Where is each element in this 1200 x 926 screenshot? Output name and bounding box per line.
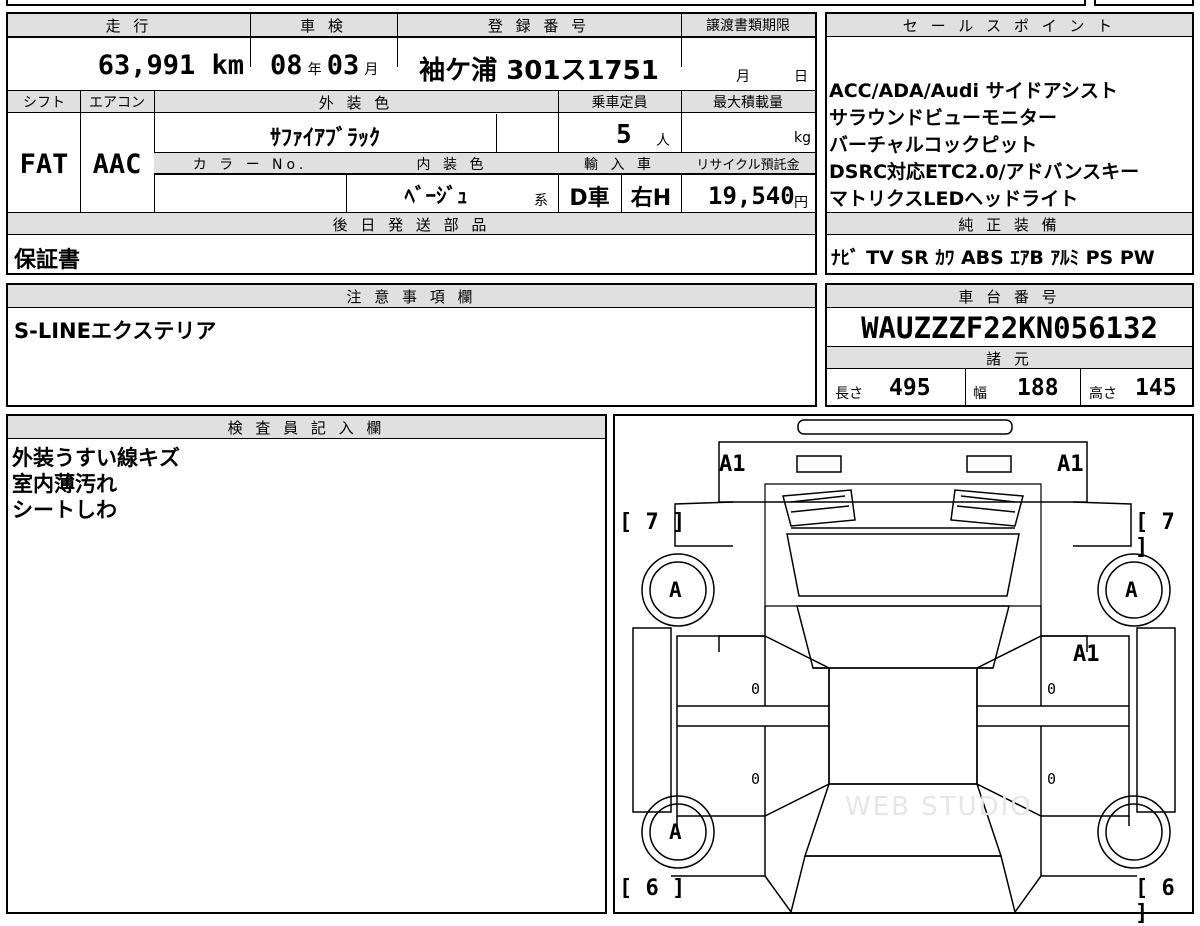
- equipment-header: 純 正 装 備: [958, 216, 1061, 234]
- exterior-color-value: ｻﾌｧｲｱﾌﾞﾗｯｸ: [269, 126, 380, 151]
- transfer-deadline-header: 譲渡書類期限: [706, 18, 790, 34]
- recycle-unit: 円: [794, 195, 808, 211]
- sales-points-line: マトリクスLEDヘッドライト: [829, 188, 1079, 210]
- capacity-header: 乗車定員: [591, 95, 648, 111]
- deadline-day: 日: [794, 69, 808, 85]
- registration-value: 袖ケ浦 301ス1751: [419, 56, 659, 86]
- right-door-damage-mark: A1: [1073, 642, 1100, 667]
- inspector-panel: 検 査 員 記 入 欄 外装うすい線キズ 室内薄汚れ シートしわ: [6, 414, 607, 914]
- length-label: 長さ: [835, 386, 863, 402]
- recycle-value: 19,540: [708, 182, 795, 210]
- wheel-front-left-mark: A: [669, 578, 682, 602]
- inspection-month: 03: [326, 50, 360, 81]
- notes-panel: 注 意 事 項 欄 S-LINEエクステリア: [6, 283, 817, 407]
- notes-header: 注 意 事 項 欄: [346, 288, 477, 306]
- tire-tread-rear-left: [ 6 ]: [619, 876, 686, 901]
- sales-points-line: バーチャルコックピット: [829, 134, 1038, 156]
- vehicle-info-table: 走 行 車 検 登 録 番 号 譲渡書類期限 63,991 km 08 年 03…: [6, 12, 817, 275]
- sales-points-panel: セ ー ル ス ポ イ ン ト ACC/ADA/Audi サイドアシスト サラウ…: [825, 12, 1194, 275]
- shift-value: FAT: [19, 149, 69, 180]
- import-header: 輸 入 車: [584, 157, 655, 173]
- width-label: 幅: [973, 386, 987, 402]
- equipment-value: ﾅﾋﾞ TV SR ｶﾜ ABS ｴｱB ｱﾙﾐ PS PW: [831, 247, 1155, 269]
- mileage-header: 走 行: [105, 17, 153, 35]
- chassis-number: WAUZZZF22KN056132: [861, 311, 1158, 345]
- door-rear-right-mark: 0: [1047, 770, 1057, 788]
- capacity-unit: 人: [656, 133, 670, 149]
- car-diagram: [632, 419, 1176, 912]
- handle-side: 右H: [630, 186, 672, 211]
- top-remnant-right: [1094, 0, 1194, 6]
- door-front-left-mark: 0: [751, 680, 761, 698]
- chassis-header: 車 台 番 号: [958, 288, 1061, 306]
- later-parts-value: 保証書: [14, 248, 81, 273]
- inspection-header: 車 検: [300, 17, 347, 35]
- inspector-header: 検 査 員 記 入 欄: [227, 419, 386, 437]
- door-front-right-mark: 0: [1047, 680, 1057, 698]
- height-label: 高さ: [1089, 386, 1117, 402]
- tire-tread-front-left: [ 7 ]: [619, 510, 686, 535]
- tire-tread-rear-right: [ 6 ]: [1135, 876, 1175, 926]
- sales-points-line: サラウンドビューモニター: [829, 107, 1058, 129]
- door-rear-left-mark: 0: [751, 770, 761, 788]
- color-no-header: カ ラ ー No.: [192, 157, 308, 173]
- interior-color-header: 内 装 色: [416, 157, 488, 173]
- interior-suffix: 系: [534, 193, 548, 209]
- import-type: D車: [569, 186, 610, 211]
- inspection-year: 08: [270, 50, 303, 81]
- front-right-damage-mark: A1: [1057, 452, 1084, 477]
- later-parts-header: 後 日 発 送 部 品: [332, 216, 491, 234]
- deadline-month: 月: [736, 69, 750, 85]
- sales-points-header: セ ー ル ス ポ イ ン ト: [902, 17, 1117, 35]
- inspector-line: シートしわ: [12, 498, 117, 522]
- mileage-value: 63,991 km: [97, 50, 244, 81]
- notes-value: S-LINEエクステリア: [14, 319, 217, 343]
- sales-points-line: DSRC対応ETC2.0/アドバンスキー: [829, 161, 1140, 183]
- inspection-date: 08 年 03 月: [270, 50, 400, 81]
- length-value: 495: [889, 375, 931, 401]
- inspection-month-unit: 月: [364, 62, 379, 78]
- wheel-front-right-mark: A: [1125, 578, 1138, 602]
- max-load-unit: kg: [794, 130, 811, 146]
- chassis-panel: 車 台 番 号 WAUZZZF22KN056132 諸 元 長さ 495 幅 1…: [825, 283, 1194, 407]
- width-value: 188: [1017, 375, 1059, 401]
- aircon-value: AAC: [92, 149, 142, 180]
- interior-color-value: ﾍﾞｰｼﾞｭ: [404, 184, 468, 208]
- registration-header: 登 録 番 号: [487, 17, 591, 35]
- tire-tread-front-right: [ 7 ]: [1135, 510, 1175, 560]
- top-remnant-row: [6, 0, 1086, 6]
- sales-points-line: ACC/ADA/Audi サイドアシスト: [829, 80, 1118, 102]
- car-diagram-panel: A1 A1 A1 [ 7 ] [ 7 ] [ 6 ] [ 6 ] A A A 0…: [613, 414, 1194, 926]
- watermark: WEB STUDIO: [845, 792, 1033, 822]
- height-value: 145: [1135, 375, 1177, 401]
- aircon-header: エアコン: [89, 95, 145, 111]
- exterior-color-header: 外 装 色: [318, 94, 394, 112]
- front-left-damage-mark: A1: [719, 452, 746, 477]
- recycle-header: リサイクル預託金: [696, 158, 800, 173]
- spec-header: 諸 元: [986, 350, 1033, 368]
- shift-header: シフト: [23, 95, 65, 111]
- max-load-header: 最大積載量: [713, 95, 783, 111]
- capacity-value: 5: [616, 120, 632, 150]
- wheel-rear-left-mark: A: [669, 820, 682, 844]
- inspection-year-unit: 年: [307, 62, 322, 78]
